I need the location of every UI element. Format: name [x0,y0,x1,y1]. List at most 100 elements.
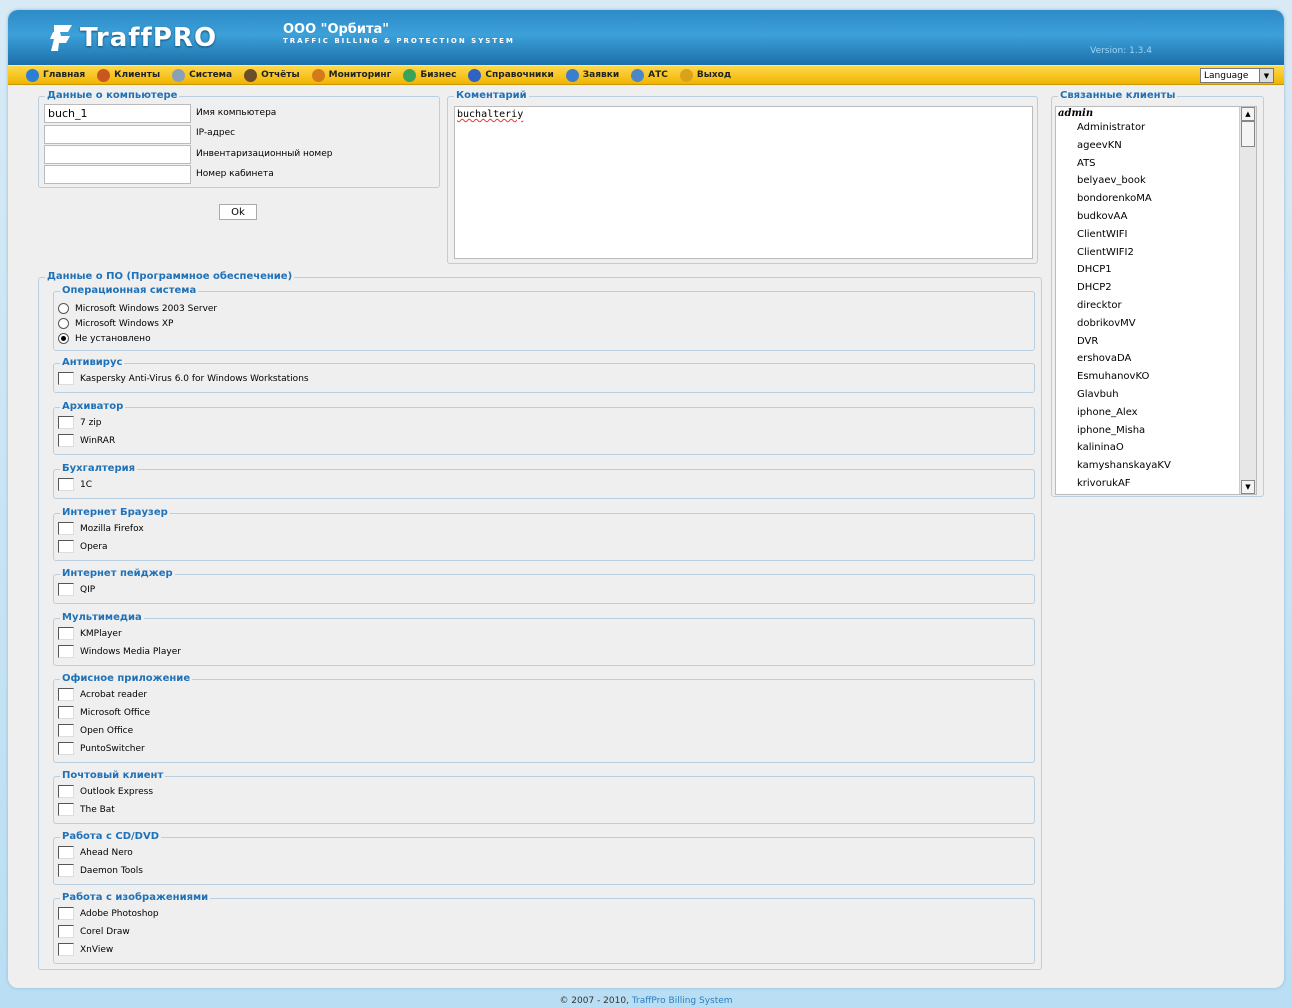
footer-link[interactable]: TraffPro Billing System [632,996,733,1006]
checkbox[interactable] [58,522,74,535]
main-menu: Главная Клиенты Система Отчёты Мониторин… [8,65,1284,85]
client-list-item[interactable]: iphone_Misha [1056,422,1256,440]
software-option[interactable]: Microsoft Office [58,706,150,719]
checkbox[interactable] [58,864,74,877]
software-option[interactable]: XnView [58,943,113,956]
checkbox[interactable] [58,688,74,701]
software-option[interactable]: The Bat [58,803,115,816]
checkbox[interactable] [58,478,74,491]
software-option[interactable]: Opera [58,540,108,553]
language-select[interactable]: Language ▼ [1200,68,1274,83]
scrollbar[interactable]: ▲ ▼ [1239,107,1256,494]
radio-button[interactable] [58,318,69,329]
scroll-down-icon[interactable]: ▼ [1241,480,1255,494]
radio-button[interactable] [58,303,69,314]
checkbox[interactable] [58,925,74,938]
section-title: Операционная система [60,285,199,296]
scroll-up-icon[interactable]: ▲ [1241,107,1255,121]
client-list-item[interactable]: iphone_Alex [1056,404,1256,422]
software-group: Работа с изображениями Adobe Photoshop Cor… [53,892,1035,964]
software-option[interactable]: Acrobat reader [58,688,147,701]
client-list-item[interactable]: ClientWIFI [1056,226,1256,244]
menu-item-business[interactable]: Бизнес [403,68,456,82]
client-list-item[interactable]: direcktor [1056,297,1256,315]
software-option[interactable]: Outlook Express [58,785,153,798]
checkbox[interactable] [58,645,74,658]
client-list-item[interactable]: bondorenkoMA [1056,190,1256,208]
inventory-number-input[interactable] [44,145,191,164]
menu-item-monitoring[interactable]: Мониторинг [311,68,391,82]
checkbox[interactable] [58,434,74,447]
client-list-item[interactable]: kalininaO [1056,439,1256,457]
checkbox[interactable] [58,627,74,640]
version-label: Version: 1.3.4 [1090,46,1152,56]
software-option[interactable]: 1C [58,478,92,491]
client-list-item[interactable]: ageevKN [1056,137,1256,155]
radio-button-selected[interactable] [58,333,69,344]
software-option[interactable]: Corel Draw [58,925,130,938]
client-list-item[interactable]: dobrikovMV [1056,315,1256,333]
client-list-item[interactable]: belyaev_book [1056,172,1256,190]
client-list-item[interactable]: ATS [1056,155,1256,173]
clients-listbox[interactable]: admin Administrator ageevKN ATS belyaev_boo… [1055,106,1257,495]
software-option[interactable]: Ahead Nero [58,846,133,859]
client-list-item[interactable]: krivorukAF [1056,475,1256,493]
os-option-2003[interactable]: Microsoft Windows 2003 Server [58,303,217,314]
comment-textarea[interactable]: buchalteriy [454,106,1033,259]
client-list-item[interactable]: DVR [1056,333,1256,351]
menu-item-ats[interactable]: АТС [631,68,668,82]
checkbox[interactable] [58,907,74,920]
checkbox[interactable] [58,724,74,737]
option-label: WinRAR [80,435,116,446]
software-option[interactable]: Kaspersky Anti-Virus 6.0 for Windows Wor… [58,372,309,385]
menu-item-home[interactable]: Главная [26,68,85,82]
menu-item-clients[interactable]: Клиенты [97,68,161,82]
checkbox[interactable] [58,803,74,816]
chevron-down-icon[interactable]: ▼ [1259,69,1273,82]
software-option[interactable]: QIP [58,583,95,596]
menu-item-logout[interactable]: Выход [679,68,731,82]
client-list-item[interactable]: Administrator [1056,119,1256,137]
software-option[interactable]: 7 zip [58,416,102,429]
checkbox[interactable] [58,583,74,596]
room-number-input[interactable] [44,165,191,184]
software-option[interactable]: Mozilla Firefox [58,522,144,535]
software-option[interactable]: Open Office [58,724,133,737]
computer-name-input[interactable]: buch_1 [44,104,191,123]
client-list-item[interactable]: ershovaDA [1056,350,1256,368]
software-option[interactable]: Adobe Photoshop [58,907,159,920]
logo: TraffPRO [48,18,217,58]
ok-button[interactable]: Ok [219,204,257,220]
os-option-none[interactable]: Не установлено [58,333,151,344]
menu-item-system[interactable]: Система [172,68,232,82]
os-option-xp[interactable]: Microsoft Windows XP [58,318,173,329]
ip-address-input[interactable] [44,125,191,144]
comment-section: Коментарий buchalteriy [447,90,1038,264]
menu-item-reports[interactable]: Отчёты [244,68,300,82]
checkbox[interactable] [58,416,74,429]
client-list-item[interactable]: DHCP1 [1056,261,1256,279]
checkbox[interactable] [58,706,74,719]
client-list-item[interactable]: budkovAA [1056,208,1256,226]
checkbox[interactable] [58,540,74,553]
checkbox[interactable] [58,943,74,956]
menu-label: Клиенты [114,70,161,80]
checkbox[interactable] [58,846,74,859]
client-list-item[interactable]: kamyshanskayaKV [1056,457,1256,475]
checkbox[interactable] [58,372,74,385]
client-list-item[interactable]: DHCP2 [1056,279,1256,297]
client-list-item[interactable]: Glavbuh [1056,386,1256,404]
software-option[interactable]: KMPlayer [58,627,122,640]
checkbox[interactable] [58,742,74,755]
checkbox[interactable] [58,785,74,798]
menu-item-requests[interactable]: Заявки [565,68,619,82]
client-list-item[interactable]: EsmuhanovKO [1056,368,1256,386]
menu-item-directories[interactable]: Справочники [468,68,554,82]
software-option[interactable]: Daemon Tools [58,864,143,877]
software-option[interactable]: PuntoSwitcher [58,742,145,755]
option-label: 7 zip [80,417,102,428]
scroll-thumb[interactable] [1241,121,1255,147]
software-option[interactable]: Windows Media Player [58,645,181,658]
client-list-item[interactable]: ClientWIFI2 [1056,244,1256,262]
software-option[interactable]: WinRAR [58,434,115,447]
